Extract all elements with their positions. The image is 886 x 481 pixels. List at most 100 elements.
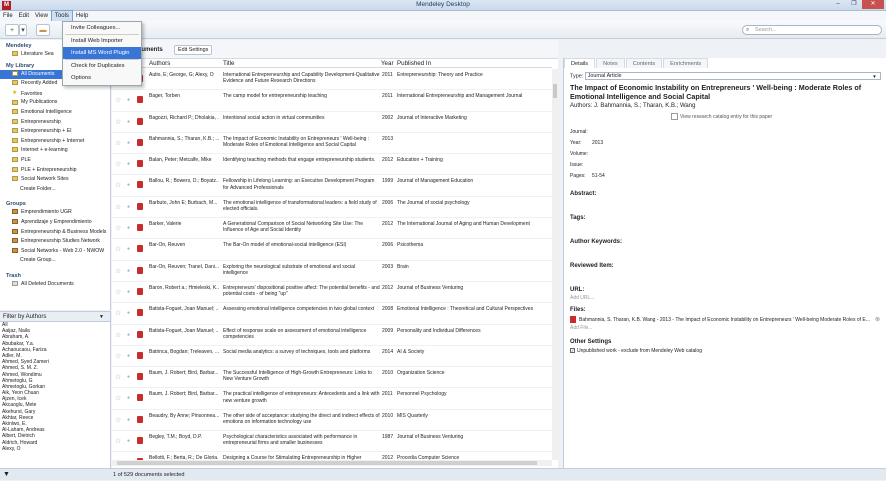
read-status-icon[interactable]: ● <box>127 97 130 103</box>
read-status-icon[interactable]: ● <box>127 332 130 338</box>
star-icon[interactable]: ☆ <box>115 416 121 424</box>
filter-dropdown[interactable]: Filter by Authors ▼ <box>0 312 110 322</box>
table-row[interactable]: ☆ ● Barker, Valerie A Generational Comparis… <box>112 218 552 240</box>
star-icon[interactable]: ☆ <box>115 139 121 147</box>
author-filter-item[interactable]: Alexy, O <box>0 446 110 452</box>
read-status-icon[interactable]: ● <box>127 119 130 125</box>
authors-value[interactable]: J. Bahmannia, S.; Tharan, K.B.; Wang <box>594 103 695 109</box>
sidebar-item-group[interactable]: Aprendizaje y Emprendimiento <box>0 218 110 228</box>
maximize-icon[interactable]: ❐ <box>846 0 862 9</box>
document-title[interactable]: The Impact of Economic Instability on En… <box>570 83 882 101</box>
edit-settings-button[interactable]: Edit Settings <box>174 45 213 55</box>
table-row[interactable]: ☆ ● Bager, Torben The camp model for entrep… <box>112 90 552 112</box>
menu-edit[interactable]: Edit <box>16 11 32 21</box>
menu-item-web-importer[interactable]: Install Web Importer <box>63 35 141 47</box>
star-icon[interactable]: ☆ <box>115 181 121 189</box>
vertical-scrollbar[interactable] <box>552 69 558 460</box>
filter-icon[interactable]: ▼ <box>3 469 10 481</box>
create-group-link[interactable]: Create Group... <box>0 256 110 266</box>
read-status-icon[interactable]: ● <box>127 310 130 316</box>
menu-item-invite[interactable]: Invite Colleagues... <box>63 22 141 34</box>
read-status-icon[interactable]: ● <box>127 246 130 252</box>
table-row[interactable]: ☆ ● Bagozzi, Richard P.; Dholakia, ... Inte… <box>112 112 552 133</box>
star-icon[interactable]: ☆ <box>115 245 121 253</box>
read-status-icon[interactable]: ● <box>127 182 130 188</box>
table-row[interactable]: ☆ ● Ballou, R.; Bowers, D.; Boyatz... Fello… <box>112 175 552 197</box>
sidebar-item-folder[interactable]: PLE + Entrepreneurship <box>0 166 110 176</box>
menu-view[interactable]: View <box>32 11 51 21</box>
read-status-icon[interactable]: ● <box>127 353 130 359</box>
read-status-icon[interactable]: ● <box>127 204 130 210</box>
sidebar-item-folder[interactable]: Entrepreneurship + Internet <box>0 137 110 147</box>
type-select[interactable]: Journal Article ▼ <box>584 72 881 80</box>
read-status-icon[interactable]: ● <box>127 161 130 167</box>
add-document-icon[interactable]: + <box>5 24 19 36</box>
star-icon[interactable]: ☆ <box>115 288 121 296</box>
sidebar-item-folder[interactable]: Social Network Sites <box>0 175 110 185</box>
tab-details[interactable]: Details <box>564 58 596 68</box>
year-value[interactable]: 2013 <box>592 140 603 146</box>
horizontal-scrollbar[interactable] <box>112 460 552 466</box>
table-row[interactable]: ☆ ● Batista-Foguet, Joan Manuel; ... Effect… <box>112 325 552 346</box>
remove-file-icon[interactable]: ⊗ <box>875 316 880 323</box>
table-row[interactable]: ☆ ● Baum, J. Robert; Bird, Barbar... The pr… <box>112 388 552 410</box>
star-icon[interactable]: ☆ <box>115 224 121 232</box>
star-icon[interactable]: ☆ <box>115 331 121 339</box>
star-icon[interactable]: ☆ <box>115 373 121 381</box>
table-row[interactable]: ☆ ● Batrinca, Bogdan; Treleaven, ... Social… <box>112 346 552 368</box>
read-status-icon[interactable]: ● <box>127 140 130 146</box>
table-row[interactable]: ☆●Autio, E; George, G; Alexy, OInternati… <box>112 69 552 91</box>
read-status-icon[interactable]: ● <box>127 374 130 380</box>
view-catalog-button[interactable]: View research catalog entry for this pap… <box>671 113 882 121</box>
tab-notes[interactable]: Notes <box>596 58 625 68</box>
table-row[interactable]: ☆ ● Balan, Peter; Metcalfe, Mike Identifyin… <box>112 154 552 176</box>
tab-enrichments[interactable]: Enrichments <box>663 58 709 68</box>
table-row[interactable]: ☆ ● Barbuto, John E; Burbach, M... The emot… <box>112 197 552 219</box>
add-folder-icon[interactable]: ▬ <box>36 24 50 36</box>
menu-item-word-plugin[interactable]: Install MS Word Plugin <box>63 47 141 59</box>
close-icon[interactable]: ✕ <box>862 0 884 9</box>
table-row[interactable]: ☆ ● Bahmannia, S.; Tharan, K.B.; ... The Im… <box>112 133 552 155</box>
star-icon[interactable]: ☆ <box>115 394 121 402</box>
sidebar-item-folder[interactable]: Emotional Intelligence <box>0 108 110 118</box>
sidebar-item-group[interactable]: Emprendimiento UGR <box>0 208 110 218</box>
table-row[interactable]: ☆ ● Baron, Robert a.; Hmieleski, K... Entre… <box>112 282 552 304</box>
table-row[interactable]: ☆ ● Batista-Foguet, Joan Manuel; ... Assess… <box>112 303 552 325</box>
column-title[interactable]: Title <box>223 60 234 67</box>
menu-file[interactable]: File <box>0 11 16 21</box>
star-icon[interactable]: ☆ <box>115 437 121 445</box>
chevron-down-icon[interactable]: ▾ <box>19 24 27 36</box>
star-icon[interactable]: ☆ <box>115 309 121 317</box>
add-file-link[interactable]: Add File... <box>570 325 882 331</box>
star-icon[interactable]: ☆ <box>115 352 121 360</box>
sidebar-item-group[interactable]: Entrepreneurship Studies Network <box>0 237 110 247</box>
sidebar-item-my-publications[interactable]: My Publications <box>0 98 110 108</box>
table-row[interactable]: ☆ ● Beaudry, By Anne; Pinsonnea... The othe… <box>112 410 552 432</box>
sidebar-item-folder[interactable]: Internet + e-learning <box>0 146 110 156</box>
read-status-icon[interactable]: ● <box>127 268 130 274</box>
read-status-icon[interactable]: ● <box>127 438 130 444</box>
table-row[interactable]: ☆ ● Bar-On, Reuven The Bar-On model of emot… <box>112 239 552 261</box>
add-url-link[interactable]: Add URL... <box>570 295 882 301</box>
star-icon[interactable]: ☆ <box>115 203 121 211</box>
table-row[interactable]: ☆ ● Begley, T.M.; Boyd, D.P. Psychological … <box>112 431 552 453</box>
sidebar-item-all-deleted[interactable]: All Deleted Documents <box>0 280 110 290</box>
read-status-icon[interactable]: ● <box>127 417 130 423</box>
menu-item-check-duplicates[interactable]: Check for Duplicates <box>63 60 141 72</box>
menu-help[interactable]: Help <box>73 11 91 21</box>
read-status-icon[interactable]: ● <box>127 395 130 401</box>
unpublished-checkbox[interactable]: ✓ Unpublished work - exclude from Mendele… <box>570 348 882 354</box>
pages-value[interactable]: 51-54 <box>592 173 605 179</box>
create-folder-link[interactable]: Create Folder... <box>0 185 110 195</box>
minimize-icon[interactable]: – <box>830 0 846 9</box>
search-input[interactable]: ⌕ Search... <box>742 25 882 35</box>
sidebar-item-folder[interactable]: PLE <box>0 156 110 166</box>
table-row[interactable]: ☆ ● Baum, J. Robert; Bird, Barbar... The Su… <box>112 367 552 389</box>
sidebar-item-group[interactable]: Entrepreneurship & Business Models <box>0 228 110 238</box>
sidebar-item-favorites[interactable]: ★ Favorites <box>0 89 110 99</box>
sidebar-item-folder[interactable]: Entrepreneurship <box>0 118 110 128</box>
read-status-icon[interactable]: ● <box>127 289 130 295</box>
column-year[interactable]: Year <box>381 60 394 67</box>
tab-contents[interactable]: Contents <box>625 58 663 68</box>
read-status-icon[interactable]: ● <box>127 225 130 231</box>
